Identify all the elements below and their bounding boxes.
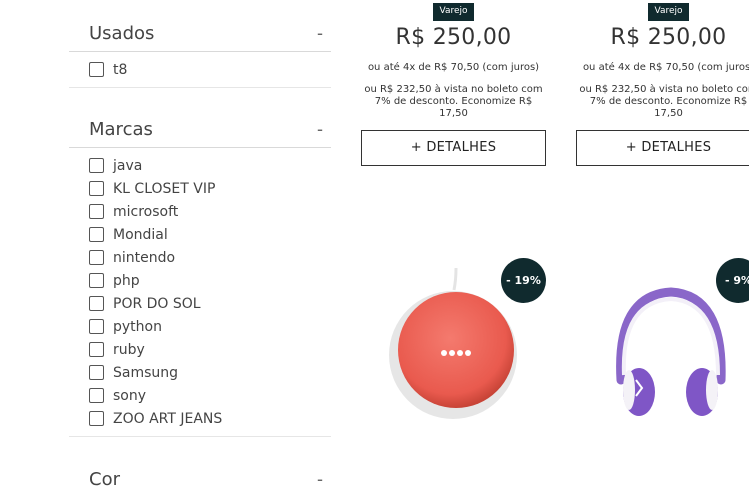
checkbox[interactable] (89, 296, 104, 311)
product-price: R$ 250,00 (395, 25, 512, 50)
filter-usados: Usados - t8 (69, 16, 331, 88)
filter-marcas-options: java KL CLOSET VIP microsoft Mondial nin… (69, 148, 331, 436)
option-label: php (113, 272, 140, 289)
filter-title: Marcas (89, 119, 153, 140)
option-label: sony (113, 387, 147, 404)
option-label: microsoft (113, 203, 179, 220)
installments-text: ou até 4x de R$ 70,50 (com juros) (367, 62, 540, 73)
filter-option[interactable]: java (89, 154, 331, 177)
product-card: Varejo R$ 250,00 ou até 4x de R$ 70,50 (… (576, 0, 749, 166)
product-card: Varejo R$ 250,00 ou até 4x de R$ 70,50 (… (361, 0, 546, 166)
filter-usados-options: t8 (69, 52, 331, 87)
filters-sidebar: Usados - t8 Marcas - java KL CLOSET VIP … (69, 0, 331, 490)
filter-option[interactable]: php (89, 269, 331, 292)
option-label: ZOO ART JEANS (113, 410, 223, 427)
checkbox[interactable] (89, 250, 104, 265)
checkbox[interactable] (89, 319, 104, 334)
collapse-toggle[interactable]: - (317, 119, 323, 140)
checkbox[interactable] (89, 158, 104, 173)
filter-option[interactable]: t8 (89, 58, 331, 81)
filter-option[interactable]: Mondial (89, 223, 331, 246)
filter-option[interactable]: POR DO SOL (89, 292, 331, 315)
checkbox[interactable] (89, 273, 104, 288)
option-label: python (113, 318, 162, 335)
checkbox[interactable] (89, 62, 104, 77)
checkbox[interactable] (89, 365, 104, 380)
filter-option[interactable]: python (89, 315, 331, 338)
filter-option[interactable]: KL CLOSET VIP (89, 177, 331, 200)
checkbox[interactable] (89, 342, 104, 357)
option-label: Samsung (113, 364, 179, 381)
checkbox[interactable] (89, 411, 104, 426)
option-label: ruby (113, 341, 145, 358)
filter-option[interactable]: nintendo (89, 246, 331, 269)
filter-option[interactable]: sony (89, 384, 331, 407)
filter-cor-header[interactable]: Cor - (69, 461, 331, 490)
filter-usados-header[interactable]: Usados - (69, 16, 331, 52)
filter-option[interactable]: ruby (89, 338, 331, 361)
collapse-toggle[interactable]: - (317, 23, 323, 44)
filter-option[interactable]: Samsung (89, 361, 331, 384)
filter-option[interactable]: ZOO ART JEANS (89, 407, 331, 430)
product-price: R$ 250,00 (610, 25, 727, 50)
filter-title: Usados (89, 23, 155, 44)
filter-cor: Cor - (69, 461, 331, 490)
filter-marcas-header[interactable]: Marcas - (69, 112, 331, 148)
category-badge: Varejo (648, 3, 689, 21)
details-button[interactable]: + DETALHES (361, 130, 546, 166)
option-label: Mondial (113, 226, 168, 243)
checkbox[interactable] (89, 204, 104, 219)
installments-text: ou até 4x de R$ 70,50 (com juros) (582, 62, 749, 73)
option-label: POR DO SOL (113, 295, 201, 312)
checkbox[interactable] (89, 227, 104, 242)
collapse-toggle[interactable]: - (317, 469, 323, 490)
option-label: t8 (113, 61, 128, 78)
boleto-discount-text: ou R$ 232,50 à vista no boleto com 7% de… (579, 84, 749, 119)
option-label: nintendo (113, 249, 176, 266)
checkbox[interactable] (89, 181, 104, 196)
filter-title: Cor (89, 468, 120, 490)
option-label: java (113, 157, 143, 174)
filter-marcas: Marcas - java KL CLOSET VIP microsoft Mo… (69, 112, 331, 437)
filter-option[interactable]: microsoft (89, 200, 331, 223)
details-button[interactable]: + DETALHES (576, 130, 749, 166)
category-badge: Varejo (433, 3, 474, 21)
discount-badge: - 19% (501, 258, 546, 303)
option-label: KL CLOSET VIP (113, 180, 216, 197)
boleto-discount-text: ou R$ 232,50 à vista no boleto com 7% de… (364, 84, 543, 119)
checkbox[interactable] (89, 388, 104, 403)
